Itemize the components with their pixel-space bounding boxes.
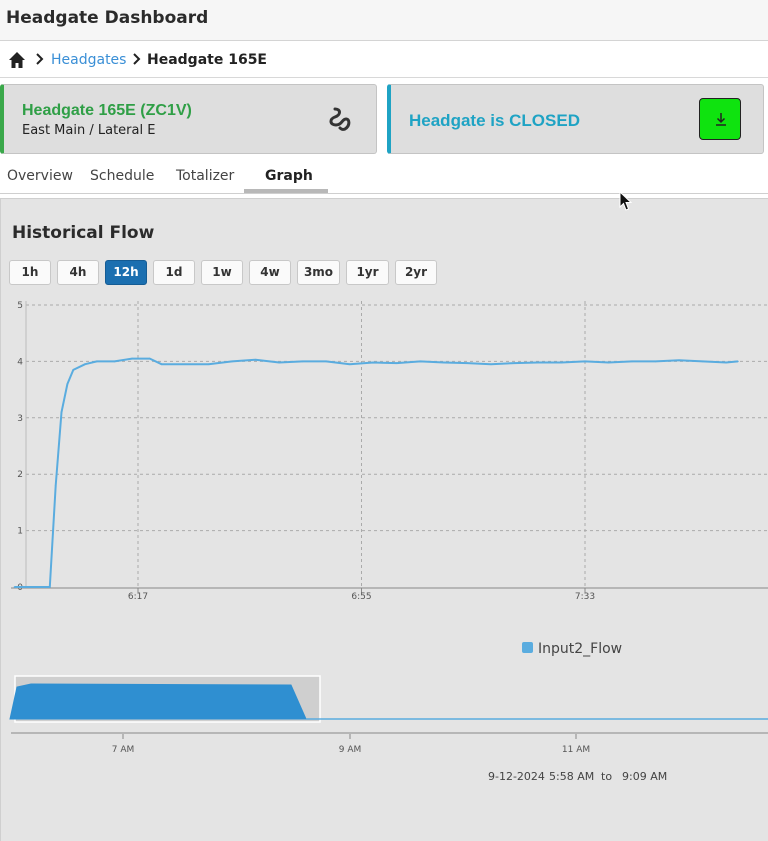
y-tick-label: 3 [17, 414, 23, 424]
data-point [113, 360, 116, 363]
data-point [560, 361, 563, 364]
x-tick-label: 7:33 [575, 592, 595, 602]
tab-schedule[interactable]: Schedule [90, 168, 154, 184]
range-from-time: 5:58 AM [549, 770, 594, 783]
data-point [631, 360, 633, 363]
breadcrumb-link-headgates[interactable]: Headgates [51, 52, 126, 68]
active-tab-indicator [244, 189, 328, 193]
data-point [466, 362, 469, 364]
data-point [278, 361, 280, 364]
navigator-area [9, 683, 307, 720]
data-point [96, 360, 98, 363]
chevron-right-icon [133, 53, 141, 65]
data-point [148, 357, 151, 360]
tab-overview[interactable]: Overview [7, 168, 73, 184]
tab-graph[interactable]: Graph [265, 168, 313, 184]
mouse-cursor-icon [619, 191, 633, 211]
data-point [537, 361, 539, 364]
data-point [60, 411, 63, 413]
data-point [607, 361, 610, 364]
graph-panel: Historical Flow 1h 4h 12h 1d 1w 4w 3mo 1… [0, 198, 768, 841]
y-tick-label: 1 [17, 527, 23, 537]
data-point [372, 361, 375, 364]
headgate-name: Headgate 165E (ZC1V) [22, 102, 192, 119]
home-icon[interactable] [8, 51, 26, 69]
chevron-right-icon [36, 53, 44, 65]
x-tick-label: 6:17 [128, 592, 148, 602]
data-point [654, 360, 657, 363]
download-button[interactable] [699, 98, 741, 140]
data-point [325, 360, 328, 363]
app-title: Headgate Dashboard [6, 8, 209, 28]
flow-chart[interactable]: 0123456:17 6:55 7:33Input2_Flow7 AM 9 AM 11 … [1, 199, 768, 841]
data-point [231, 360, 233, 363]
breadcrumb-current: Headgate 165E [147, 52, 267, 68]
app-root: Headgate Dashboard Headgates Headgate 16… [0, 0, 768, 841]
data-point [701, 360, 704, 363]
data-point [254, 358, 257, 361]
headgate-status-card: Headgate is CLOSED [387, 84, 764, 154]
tab-totalizer[interactable]: Totalizer [176, 168, 234, 184]
breadcrumb: Headgates Headgate 165E [0, 42, 768, 78]
range-date: 9-12-2024 [488, 770, 545, 783]
data-point [395, 362, 398, 364]
navigator-tick-label: 9 AM [339, 745, 362, 755]
data-point [207, 363, 210, 366]
headgate-status-text: Headgate is CLOSED [409, 111, 580, 130]
data-point [419, 360, 422, 363]
download-icon [716, 113, 726, 126]
data-point [66, 383, 69, 385]
range-to-label: to [601, 770, 612, 783]
data-point [54, 484, 57, 487]
headgate-location: East Main / Lateral E [22, 123, 156, 138]
legend-label: Input2_Flow [538, 641, 622, 657]
data-point [84, 363, 86, 366]
y-tick-label: 2 [17, 470, 23, 480]
data-point [301, 360, 304, 363]
data-point [160, 363, 163, 366]
series-line-input2-flow [14, 357, 738, 588]
wave-icon [329, 107, 351, 131]
data-point [348, 363, 351, 366]
navigator-tick-label: 11 AM [562, 745, 590, 755]
app-header: Headgate Dashboard [0, 0, 768, 41]
data-point [513, 362, 516, 364]
headgate-info-card: Headgate 165E (ZC1V) East Main / Lateral… [0, 84, 377, 154]
navigator-tick-label: 7 AM [112, 745, 135, 755]
data-point [443, 361, 445, 364]
data-point [48, 586, 51, 588]
data-point [678, 359, 680, 362]
y-tick-label: 4 [17, 357, 23, 367]
legend-swatch [522, 642, 533, 653]
range-to-time: 9:09 AM [622, 770, 667, 783]
x-tick-label: 6:55 [351, 592, 371, 602]
data-point [725, 361, 727, 364]
data-point [131, 357, 133, 360]
data-point [184, 363, 186, 366]
data-point [72, 369, 75, 371]
data-point [737, 360, 739, 363]
tab-bar: Overview Schedule Totalizer Graph [0, 160, 768, 194]
data-point [584, 360, 586, 363]
y-tick-label: 5 [17, 301, 23, 311]
data-point [490, 363, 492, 366]
data-point [13, 586, 16, 588]
